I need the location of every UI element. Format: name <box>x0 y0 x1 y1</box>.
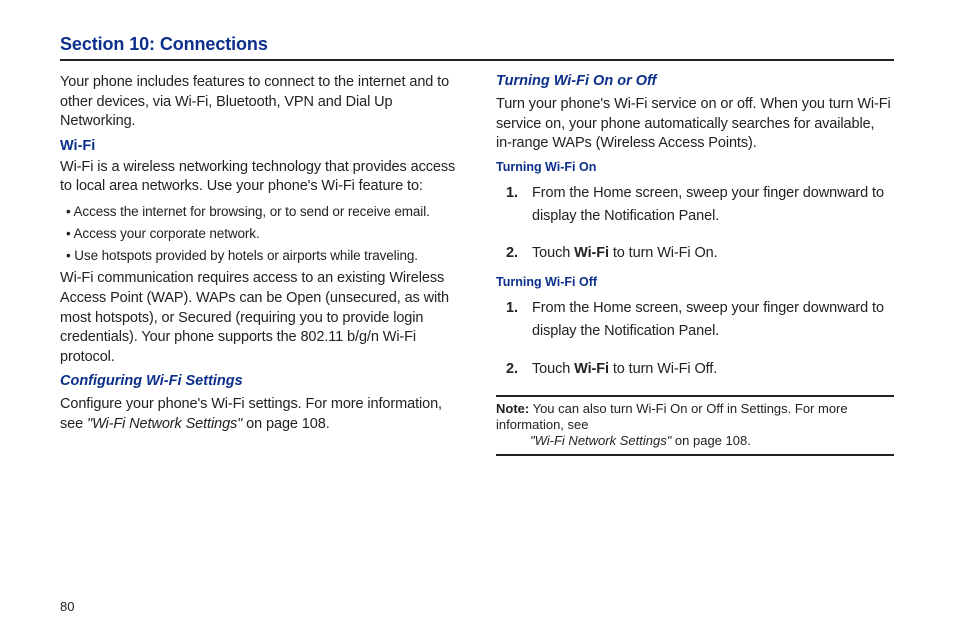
step-text-bold: Wi-Fi <box>574 245 609 261</box>
step-number: 1. <box>506 297 518 320</box>
step-text-bold: Wi-Fi <box>574 361 609 377</box>
toggle-description: Turn your phone's Wi-Fi service on or of… <box>496 95 894 154</box>
wifi-off-heading: Turning Wi-Fi Off <box>496 275 894 289</box>
step-item: 2. Touch Wi-Fi to turn Wi-Fi Off. <box>496 354 894 385</box>
step-text-post: to turn Wi-Fi Off. <box>609 361 717 377</box>
step-number: 1. <box>506 182 518 205</box>
document-page: Section 10: Connections Your phone inclu… <box>0 0 954 456</box>
step-item: 1. From the Home screen, sweep your fing… <box>496 293 894 347</box>
intro-paragraph: Your phone includes features to connect … <box>60 73 458 132</box>
note-body: "Wi-Fi Network Settings" on page 108. <box>496 433 894 449</box>
step-text: From the Home screen, sweep your finger … <box>532 185 884 224</box>
configuring-heading: Configuring Wi-Fi Settings <box>60 373 458 389</box>
note-post: on page 108. <box>671 433 751 448</box>
configuring-text: Configure your phone's Wi-Fi settings. F… <box>60 395 458 434</box>
toggle-heading: Turning Wi-Fi On or Off <box>496 73 894 89</box>
wifi-off-steps: 1. From the Home screen, sweep your fing… <box>496 293 894 385</box>
config-text-post: on page 108. <box>242 416 329 432</box>
wifi-on-heading: Turning Wi-Fi On <box>496 160 894 174</box>
wifi-bullet: • Access your corporate network. <box>60 225 458 243</box>
step-number: 2. <box>506 358 518 381</box>
two-column-layout: Your phone includes features to connect … <box>60 73 894 456</box>
step-item: 2. Touch Wi-Fi to turn Wi-Fi On. <box>496 238 894 269</box>
note-box: Note: You can also turn Wi-Fi On or Off … <box>496 395 894 456</box>
step-text-post: to turn Wi-Fi On. <box>609 245 718 261</box>
wifi-bullet: • Access the internet for browsing, or t… <box>60 203 458 221</box>
step-text: From the Home screen, sweep your finger … <box>532 300 884 339</box>
wifi-bullet: • Use hotspots provided by hotels or air… <box>60 247 458 265</box>
step-number: 2. <box>506 242 518 265</box>
step-item: 1. From the Home screen, sweep your fing… <box>496 178 894 232</box>
step-text-pre: Touch <box>532 245 574 261</box>
step-text-pre: Touch <box>532 361 574 377</box>
wifi-protocol-paragraph: Wi-Fi communication requires access to a… <box>60 269 458 367</box>
config-ref: "Wi-Fi Network Settings" <box>87 416 242 432</box>
right-column: Turning Wi-Fi On or Off Turn your phone'… <box>496 73 894 456</box>
note-pre: You can also turn Wi-Fi On or Off in Set… <box>496 401 848 432</box>
wifi-description: Wi-Fi is a wireless networking technolog… <box>60 158 458 197</box>
wifi-heading: Wi-Fi <box>60 138 458 154</box>
section-title: Section 10: Connections <box>60 34 894 61</box>
wifi-on-steps: 1. From the Home screen, sweep your fing… <box>496 178 894 270</box>
page-number: 80 <box>60 599 74 614</box>
note-ref: "Wi-Fi Network Settings" <box>530 433 671 448</box>
left-column: Your phone includes features to connect … <box>60 73 458 456</box>
note-label: Note: <box>496 401 529 416</box>
